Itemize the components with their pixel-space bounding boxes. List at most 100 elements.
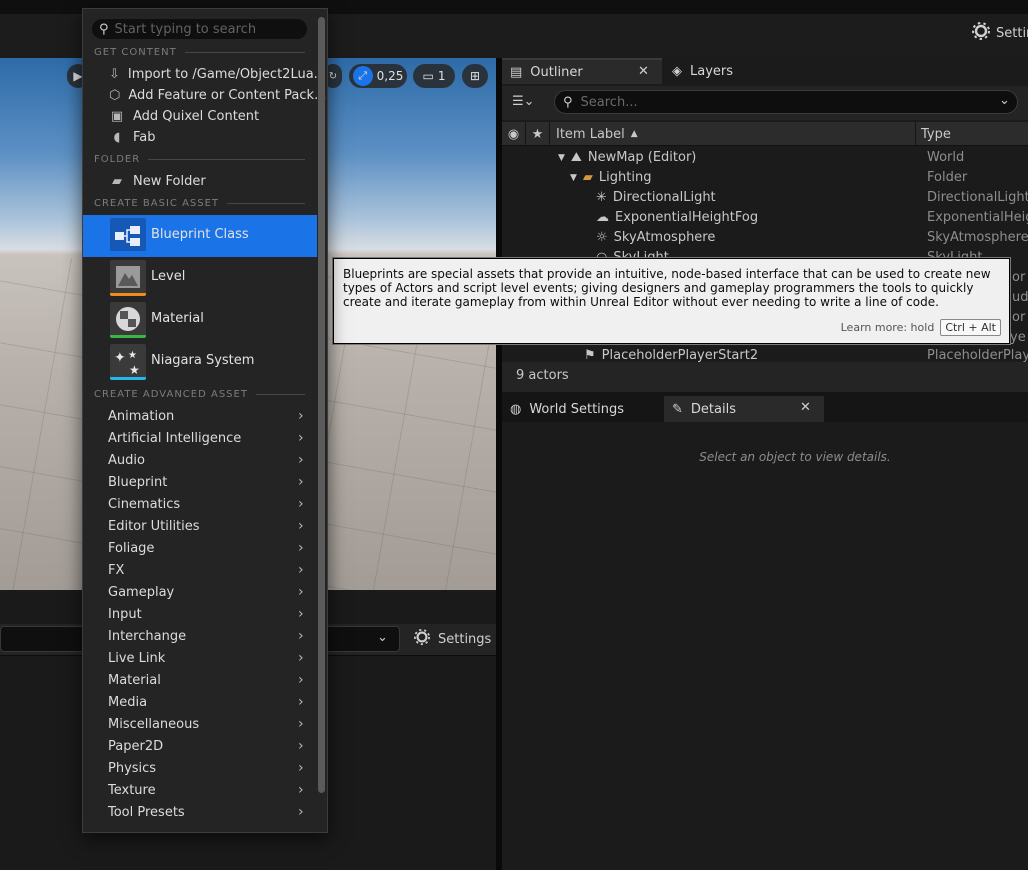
camera-icon: ▭ bbox=[422, 69, 434, 83]
outliner-row-newmap[interactable]: ▼ ⛰ NewMap (Editor) World bbox=[502, 148, 1028, 168]
row-type-fragment: ye bbox=[1010, 330, 1026, 345]
expanded-arrow-icon: ▼ bbox=[558, 152, 565, 163]
submenu-label: Foliage bbox=[108, 541, 155, 556]
submenu-label: Gameplay bbox=[108, 585, 175, 600]
tab-world-settings-label: World Settings bbox=[529, 401, 625, 417]
sort-ascending-icon: ▲ bbox=[630, 129, 638, 139]
outliner-search-input[interactable]: ⚲ Search... ⌄ bbox=[554, 90, 1018, 114]
outliner-row-placeholderplayerstart2[interactable]: ⚑ PlaceholderPlayerStart2 PlaceholderPla… bbox=[502, 346, 1028, 362]
tooltip-learn-more: Learn more: hold Ctrl + Alt bbox=[841, 319, 1001, 336]
chevron-right-icon: › bbox=[298, 540, 304, 556]
outliner-row-exponentialheightfog[interactable]: ☁ ExponentialHeightFog ExponentialHeight bbox=[502, 208, 1028, 228]
outliner-row-lighting[interactable]: ▼ ▰ Lighting Folder bbox=[502, 168, 1028, 188]
details-empty-message: Select an object to view details. bbox=[699, 450, 891, 464]
submenu-paper2d[interactable]: Paper2D › bbox=[83, 736, 317, 758]
asset-color-stripe bbox=[110, 251, 146, 254]
tab-outliner[interactable]: ▤ Outliner ✕ bbox=[502, 58, 662, 84]
menu-item-niagara-system[interactable]: ✦ ★ ★ Niagara System bbox=[83, 341, 317, 383]
bottom-settings-button[interactable]: Settings bbox=[414, 629, 491, 649]
tab-layers-label: Layers bbox=[690, 63, 734, 79]
tooltip-text: Blueprints are special assets that provi… bbox=[343, 267, 991, 309]
outliner-row-skylight[interactable]: ◒ SkyLight SkyLight bbox=[502, 248, 1028, 258]
menu-item-import[interactable]: ⇩ Import to /Game/Object2Lua... bbox=[83, 64, 326, 85]
outliner-row-directionallight[interactable]: ✳ DirectionalLight DirectionalLight bbox=[502, 188, 1028, 208]
chevron-right-icon: › bbox=[298, 584, 304, 600]
submenu-interchange[interactable]: Interchange › bbox=[83, 626, 317, 648]
menu-item-blueprint-class[interactable]: Blueprint Class bbox=[83, 215, 317, 257]
submenu-label: Cinematics bbox=[108, 497, 181, 512]
new-folder-icon: ▰ bbox=[112, 174, 122, 189]
asset-color-stripe bbox=[110, 293, 146, 296]
menu-item-label: Level bbox=[151, 269, 186, 284]
fog-icon: ☁ bbox=[596, 210, 609, 225]
tab-layers[interactable]: ◈ Layers bbox=[664, 58, 814, 84]
section-create-basic-asset: CREATE BASIC ASSET bbox=[94, 197, 305, 209]
submenu-animation[interactable]: Animation › bbox=[83, 406, 317, 428]
type-header: Type bbox=[921, 126, 951, 142]
close-icon[interactable]: ✕ bbox=[638, 64, 649, 79]
sky-light-icon: ◒ bbox=[596, 250, 608, 258]
section-create-advanced-asset: CREATE ADVANCED ASSET bbox=[94, 388, 305, 400]
menu-item-fab[interactable]: ◖ Fab bbox=[83, 127, 317, 148]
close-icon[interactable]: ✕ bbox=[800, 400, 811, 415]
favorite-column[interactable]: ★ bbox=[526, 122, 550, 146]
tab-outliner-label: Outliner bbox=[530, 64, 583, 80]
submenu-gameplay[interactable]: Gameplay › bbox=[83, 582, 317, 604]
chevron-right-icon: › bbox=[298, 782, 304, 798]
scale-snap-button[interactable]: ⤢ 0,25 bbox=[349, 64, 407, 88]
content-pack-icon: ⬡ bbox=[109, 88, 121, 103]
item-label-column[interactable]: Item Label ▲ bbox=[550, 122, 916, 146]
toolbar-settings-button[interactable]: Settin bbox=[972, 22, 1028, 44]
gear-icon bbox=[414, 629, 430, 649]
submenu-audio[interactable]: Audio › bbox=[83, 450, 317, 472]
row-label: Lighting bbox=[598, 170, 652, 185]
submenu-blueprint[interactable]: Blueprint › bbox=[83, 472, 317, 494]
submenu-input[interactable]: Input › bbox=[83, 604, 317, 626]
submenu-physics[interactable]: Physics › bbox=[83, 758, 317, 780]
submenu-fx[interactable]: FX › bbox=[83, 560, 317, 582]
camera-speed-button[interactable]: ▭ 1 bbox=[413, 64, 455, 88]
menu-item-label: Blueprint Class bbox=[151, 227, 249, 242]
submenu-foliage[interactable]: Foliage › bbox=[83, 538, 317, 560]
menu-item-add-feature-pack[interactable]: ⬡ Add Feature or Content Pack... bbox=[83, 85, 326, 106]
submenu-material[interactable]: Material › bbox=[83, 670, 317, 692]
submenu-label: Physics bbox=[108, 761, 157, 776]
submenu-tool-presets[interactable]: Tool Presets › bbox=[83, 802, 317, 824]
tooltip-learn-more-label: Learn more: hold bbox=[840, 321, 935, 334]
submenu-miscellaneous[interactable]: Miscellaneous › bbox=[83, 714, 317, 736]
submenu-media[interactable]: Media › bbox=[83, 692, 317, 714]
submenu-texture[interactable]: Texture › bbox=[83, 780, 317, 802]
type-column[interactable]: Type bbox=[916, 122, 1028, 146]
menu-item-label: Material bbox=[151, 311, 204, 326]
menu-scrollbar[interactable] bbox=[318, 17, 325, 793]
menu-search-input[interactable]: ⚲ Start typing to search bbox=[92, 19, 307, 39]
row-type: Folder bbox=[927, 170, 968, 185]
material-icon bbox=[110, 302, 146, 338]
tab-details[interactable]: ✎ Details ✕ bbox=[664, 396, 824, 422]
submenu-cinematics[interactable]: Cinematics › bbox=[83, 494, 317, 516]
outliner-row-skyatmosphere[interactable]: ☼ SkyAtmosphere SkyAtmosphere bbox=[502, 228, 1028, 248]
menu-item-add-quixel[interactable]: ▣ Add Quixel Content bbox=[83, 106, 317, 127]
menu-item-level[interactable]: Level bbox=[83, 257, 317, 299]
details-panel bbox=[502, 396, 1028, 870]
star-icon: ★ bbox=[531, 126, 544, 142]
submenu-artificial-intelligence[interactable]: Artificial Intelligence › bbox=[83, 428, 317, 450]
search-icon: ⚲ bbox=[563, 94, 573, 110]
submenu-label: Texture bbox=[108, 783, 156, 798]
filter-icon[interactable]: ☰⌄ bbox=[512, 94, 535, 109]
visibility-column[interactable]: ◉ bbox=[502, 122, 526, 146]
directional-light-icon: ✳ bbox=[596, 190, 607, 205]
fab-icon: ◖ bbox=[113, 130, 121, 145]
chevron-down-icon[interactable]: ⌄ bbox=[999, 93, 1010, 108]
submenu-editor-utilities[interactable]: Editor Utilities › bbox=[83, 516, 317, 538]
submenu-live-link[interactable]: Live Link › bbox=[83, 648, 317, 670]
tab-world-settings[interactable]: ◍ World Settings bbox=[502, 396, 662, 422]
folder-icon: ▰ bbox=[582, 170, 593, 185]
menu-item-material[interactable]: Material bbox=[83, 299, 317, 341]
pencil-icon: ✎ bbox=[672, 401, 683, 417]
row-type-fragment: ud bbox=[1012, 290, 1028, 305]
expanded-arrow-icon: ▼ bbox=[570, 172, 577, 183]
layers-icon: ◈ bbox=[672, 63, 682, 79]
viewport-layout-button[interactable]: ⊞ bbox=[462, 64, 488, 88]
menu-item-new-folder[interactable]: ▰ New Folder bbox=[83, 171, 317, 192]
